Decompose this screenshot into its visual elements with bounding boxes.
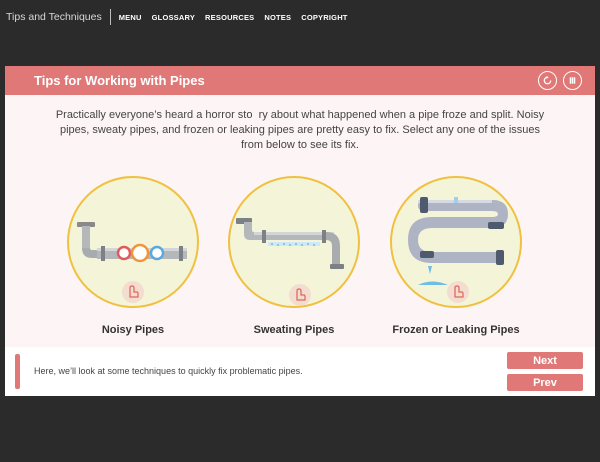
nav-notes[interactable]: NOTES <box>264 13 291 22</box>
noisy-pipes-circle[interactable] <box>67 176 199 308</box>
replay-icon <box>543 75 552 85</box>
nav-divider <box>109 9 111 25</box>
next-button[interactable]: Next <box>507 352 583 369</box>
choice-noisy-pipes[interactable]: Noisy Pipes <box>67 176 199 336</box>
sweating-pipes-illustration <box>236 218 344 306</box>
footer-accent-bar <box>15 354 20 389</box>
prev-button[interactable]: Prev <box>507 374 583 391</box>
nav-glossary[interactable]: GLOSSARY <box>152 13 195 22</box>
choice-frozen-leaking-pipes-label: Frozen or Leaking Pipes <box>392 324 520 336</box>
noisy-pipes-illustration <box>77 222 187 303</box>
pause-icon <box>569 77 576 84</box>
frozen-leaking-pipes-illustration <box>408 197 508 303</box>
top-nav: Tips and Techniques MENU GLOSSARY RESOUR… <box>0 0 600 34</box>
replay-button[interactable] <box>538 71 557 90</box>
choice-frozen-leaking-pipes[interactable]: Frozen or Leaking Pipes <box>390 176 522 336</box>
nav-copyright[interactable]: COPYRIGHT <box>301 13 347 22</box>
sweating-pipes-circle[interactable] <box>228 176 360 308</box>
choice-sweating-pipes[interactable]: Sweating Pipes <box>228 176 360 336</box>
slide-footer: Here, we’ll look at some techniques to q… <box>5 347 595 396</box>
footer-text: Here, we’ll look at some techniques to q… <box>34 366 303 376</box>
slide-title: Tips for Working with Pipes <box>34 73 205 88</box>
slide-header: Tips for Working with Pipes <box>5 66 595 95</box>
intro-text: Practically everyone’s heard a horror st… <box>55 109 545 151</box>
pause-button[interactable] <box>563 71 582 90</box>
slide-panel: Tips for Working with Pipes Practically … <box>5 66 595 396</box>
nav-resources[interactable]: RESOURCES <box>205 13 254 22</box>
nav-menu[interactable]: MENU <box>119 13 142 22</box>
slide-content: Practically everyone’s heard a horror st… <box>5 95 595 347</box>
frozen-leaking-pipes-circle[interactable] <box>390 176 522 308</box>
course-title: Tips and Techniques <box>6 11 102 23</box>
